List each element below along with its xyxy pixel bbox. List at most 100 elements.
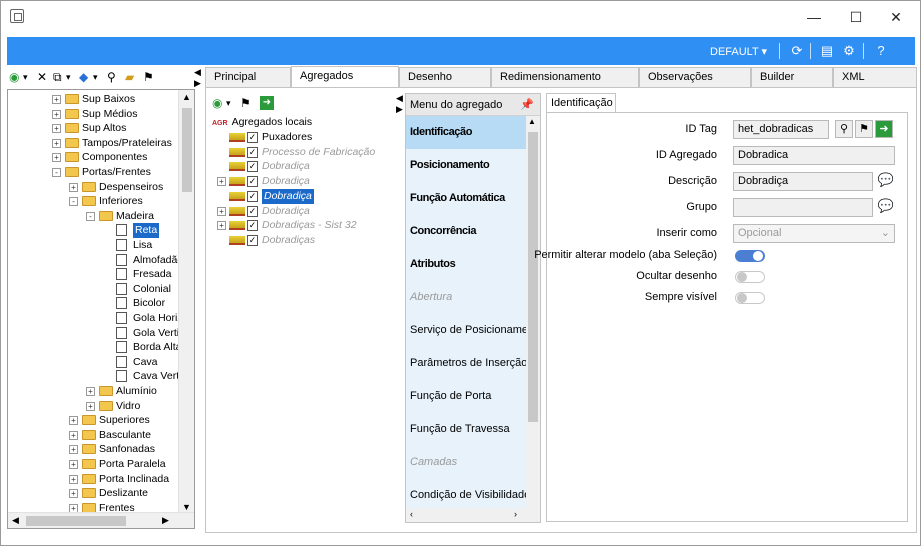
- agregado-item[interactable]: ✓ Processo de Fabricação: [217, 145, 393, 160]
- expand-icon[interactable]: +: [52, 138, 61, 148]
- tree-item[interactable]: + Porta Paralela: [8, 457, 178, 472]
- menu-item[interactable]: Posicionamento: [406, 149, 526, 182]
- tree-horizontal-scrollbar[interactable]: ◀ ▶: [8, 512, 194, 528]
- tree-item[interactable]: Gola Vertical: [8, 326, 193, 341]
- id-tag-field[interactable]: het_dobradicas: [733, 120, 829, 139]
- agregado-checkbox[interactable]: ✓: [247, 132, 258, 143]
- close-button[interactable]: ✕: [879, 7, 913, 27]
- tree-item[interactable]: + Despenseiros: [8, 180, 178, 195]
- agregados-root[interactable]: AGR Agregados locais: [212, 115, 312, 130]
- agregado-item[interactable]: + ✓ Dobradiça: [217, 204, 393, 219]
- menu-scrollbar[interactable]: ▲: [526, 116, 540, 512]
- delete-icon[interactable]: ✕: [37, 69, 47, 85]
- scroll-thumb[interactable]: [182, 108, 192, 192]
- expand-icon[interactable]: +: [69, 445, 78, 455]
- expand-icon[interactable]: +: [69, 416, 78, 426]
- expand-icon[interactable]: +: [69, 474, 78, 484]
- run-icon[interactable]: ⚑: [855, 120, 873, 138]
- copy-icon[interactable]: ⧉: [53, 69, 62, 85]
- agregado-item[interactable]: + ✓ Dobradiça: [217, 174, 393, 189]
- agregado-checkbox[interactable]: ✓: [247, 220, 258, 232]
- menu-splitter[interactable]: ◀ ▶: [396, 93, 403, 115]
- back-dropdown-icon[interactable]: ▾: [23, 69, 28, 85]
- maximize-button[interactable]: ☐: [839, 7, 873, 27]
- tree-item[interactable]: Reta: [8, 223, 178, 239]
- expand-icon[interactable]: +: [69, 460, 78, 469]
- tree-item[interactable]: + Sanfonadas: [8, 442, 178, 457]
- tree-item[interactable]: Almofadão: [8, 253, 183, 268]
- expand-icon[interactable]: +: [217, 221, 226, 231]
- sempre-visivel-toggle[interactable]: [735, 292, 765, 304]
- agregado-item[interactable]: ✓ Puxadores: [217, 130, 393, 145]
- tab-identificacao[interactable]: Identificação: [546, 93, 616, 112]
- id-agregado-field[interactable]: Dobradica: [733, 146, 895, 165]
- expand-icon[interactable]: +: [52, 95, 61, 104]
- tree-item[interactable]: Bicolor: [8, 296, 178, 311]
- menu-item[interactable]: Atributos: [406, 248, 526, 281]
- expand-icon[interactable]: +: [52, 153, 61, 163]
- menu-item[interactable]: Concorrência: [406, 215, 526, 248]
- tree-vertical-scrollbar[interactable]: ▲ ▼: [178, 90, 194, 514]
- expand-icon[interactable]: +: [69, 489, 78, 499]
- tree-item[interactable]: + Componentes: [8, 150, 178, 165]
- ocultar-toggle[interactable]: [735, 271, 765, 283]
- expand-icon[interactable]: +: [86, 401, 95, 411]
- hscroll-thumb[interactable]: [26, 516, 126, 526]
- scroll-up-icon[interactable]: ▲: [528, 117, 536, 126]
- tree-item[interactable]: + Tampos/Prateleiras: [8, 136, 178, 151]
- tab-builder[interactable]: Builder: [751, 67, 833, 87]
- next-icon[interactable]: ➜: [260, 96, 274, 110]
- agregado-checkbox[interactable]: ✓: [247, 190, 258, 202]
- expand-icon[interactable]: +: [217, 206, 226, 216]
- menu-item[interactable]: Função de Porta: [406, 380, 526, 413]
- tab-principal[interactable]: Principal: [205, 67, 291, 87]
- tab-desenho[interactable]: Desenho: [399, 67, 491, 87]
- expand-icon[interactable]: +: [217, 177, 226, 187]
- agregado-item[interactable]: ✓ Dobradiça: [217, 188, 393, 204]
- agregado-item[interactable]: + ✓ Dobradiças - Sist 32: [217, 218, 393, 233]
- tree-item[interactable]: Lisa: [8, 238, 178, 253]
- agregado-checkbox[interactable]: ✓: [247, 176, 258, 188]
- tab-observacoes[interactable]: Observações: [639, 67, 751, 87]
- descricao-field[interactable]: Dobradiça: [733, 172, 873, 191]
- menu-item[interactable]: Abertura: [406, 281, 526, 314]
- comment-icon[interactable]: 💬: [877, 198, 895, 216]
- expand-icon[interactable]: +: [69, 182, 78, 192]
- pin-icon[interactable]: 📌: [520, 94, 534, 116]
- tab-redimensionamento[interactable]: Redimensionamento: [491, 67, 639, 87]
- minimize-button[interactable]: —: [797, 7, 831, 27]
- menu-item[interactable]: Camadas: [406, 446, 526, 479]
- expand-icon[interactable]: +: [52, 109, 61, 119]
- inserir-como-select[interactable]: Opcional ⌄: [733, 224, 895, 243]
- copy-dropdown-icon[interactable]: ▾: [66, 69, 71, 85]
- catalog-tree[interactable]: + Sup Baixos + Sup Médios + Sup Altos + Tampos/…: [7, 89, 195, 529]
- catalog-icon[interactable]: ▤: [819, 43, 835, 59]
- tab-agregados[interactable]: Agregados: [291, 66, 399, 88]
- tree-item[interactable]: Colonial: [8, 282, 178, 297]
- profile-dropdown[interactable]: DEFAULT ▾: [710, 45, 767, 58]
- refresh-icon[interactable]: ⟳: [789, 43, 805, 59]
- tree-item[interactable]: - Madeira: [8, 209, 178, 224]
- scroll-down-icon[interactable]: ▼: [182, 502, 191, 512]
- grupo-field[interactable]: [733, 198, 873, 217]
- add-icon[interactable]: ◉: [212, 96, 222, 110]
- agregado-checkbox[interactable]: ✓: [247, 205, 258, 217]
- tree-item[interactable]: Gola Horizontal: [8, 311, 194, 326]
- scroll-right-icon[interactable]: ›: [514, 509, 517, 519]
- tree-item[interactable]: + Sup Baixos: [8, 92, 178, 107]
- run-icon[interactable]: ⚑: [143, 69, 154, 85]
- menu-item[interactable]: Função Automática: [406, 182, 526, 215]
- scroll-left-icon[interactable]: ◀: [12, 515, 19, 526]
- agregados-tree[interactable]: ◉ ▾ ⚑ ➜ AGR Agregados locais ✓ Puxadores ✓ Pr…: [209, 93, 393, 523]
- binoculars-icon[interactable]: ⚲: [835, 120, 853, 138]
- folder-tools-icon[interactable]: ▰: [125, 69, 134, 85]
- tree-item[interactable]: - Portas/Frentes: [8, 165, 178, 180]
- collapse-icon[interactable]: -: [86, 211, 95, 221]
- agregado-checkbox[interactable]: ✓: [247, 161, 258, 173]
- menu-scroll-thumb[interactable]: [528, 132, 538, 422]
- add-dropdown-icon[interactable]: ▾: [226, 98, 231, 109]
- scroll-up-icon[interactable]: ▲: [182, 92, 191, 102]
- agregado-item[interactable]: ✓ Dobradiças: [217, 233, 393, 248]
- permitir-toggle[interactable]: [735, 250, 765, 262]
- tree-item[interactable]: + Alumínio: [8, 384, 178, 399]
